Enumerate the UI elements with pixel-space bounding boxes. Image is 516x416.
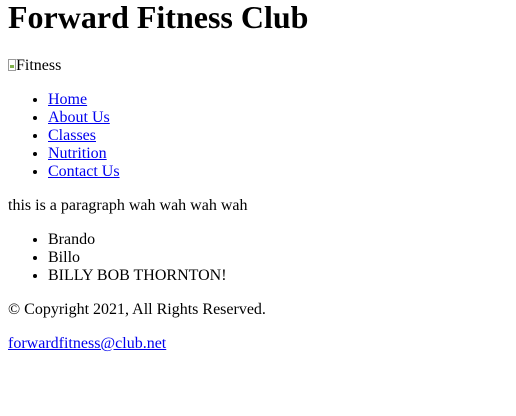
broken-image-icon bbox=[8, 59, 16, 71]
nav-item-classes: Classes bbox=[48, 127, 508, 145]
nav-item-contact-us: Contact Us bbox=[48, 163, 508, 181]
page-title: Forward Fitness Club bbox=[8, 0, 309, 35]
hero-image: Fitness bbox=[8, 57, 508, 75]
nav-link-nutrition[interactable]: Nutrition bbox=[48, 145, 107, 162]
list-item: Billo bbox=[48, 249, 508, 267]
nav-item-about-us: About Us bbox=[48, 109, 508, 127]
body-paragraph: this is a paragraph wah wah wah wah bbox=[8, 197, 248, 214]
nav-item-home: Home bbox=[48, 91, 508, 109]
list-item: Brando bbox=[48, 231, 508, 249]
footer-email: forwardfitness@club.net bbox=[8, 335, 508, 353]
main-nav: Home About Us Classes Nutrition Contact … bbox=[8, 91, 508, 181]
nav-link-about-us[interactable]: About Us bbox=[48, 109, 110, 126]
hero-image-alt-text: Fitness bbox=[16, 57, 62, 74]
nav-link-home[interactable]: Home bbox=[48, 91, 87, 108]
copyright-text: © Copyright 2021, All Rights Reserved. bbox=[8, 301, 266, 318]
email-link[interactable]: forwardfitness@club.net bbox=[8, 335, 166, 352]
nav-link-contact-us[interactable]: Contact Us bbox=[48, 163, 120, 180]
nav-item-nutrition: Nutrition bbox=[48, 145, 508, 163]
nav-link-classes[interactable]: Classes bbox=[48, 127, 96, 144]
list-item: BILLY BOB THORNTON! bbox=[48, 267, 508, 285]
people-list: Brando Billo BILLY BOB THORNTON! bbox=[8, 231, 508, 285]
